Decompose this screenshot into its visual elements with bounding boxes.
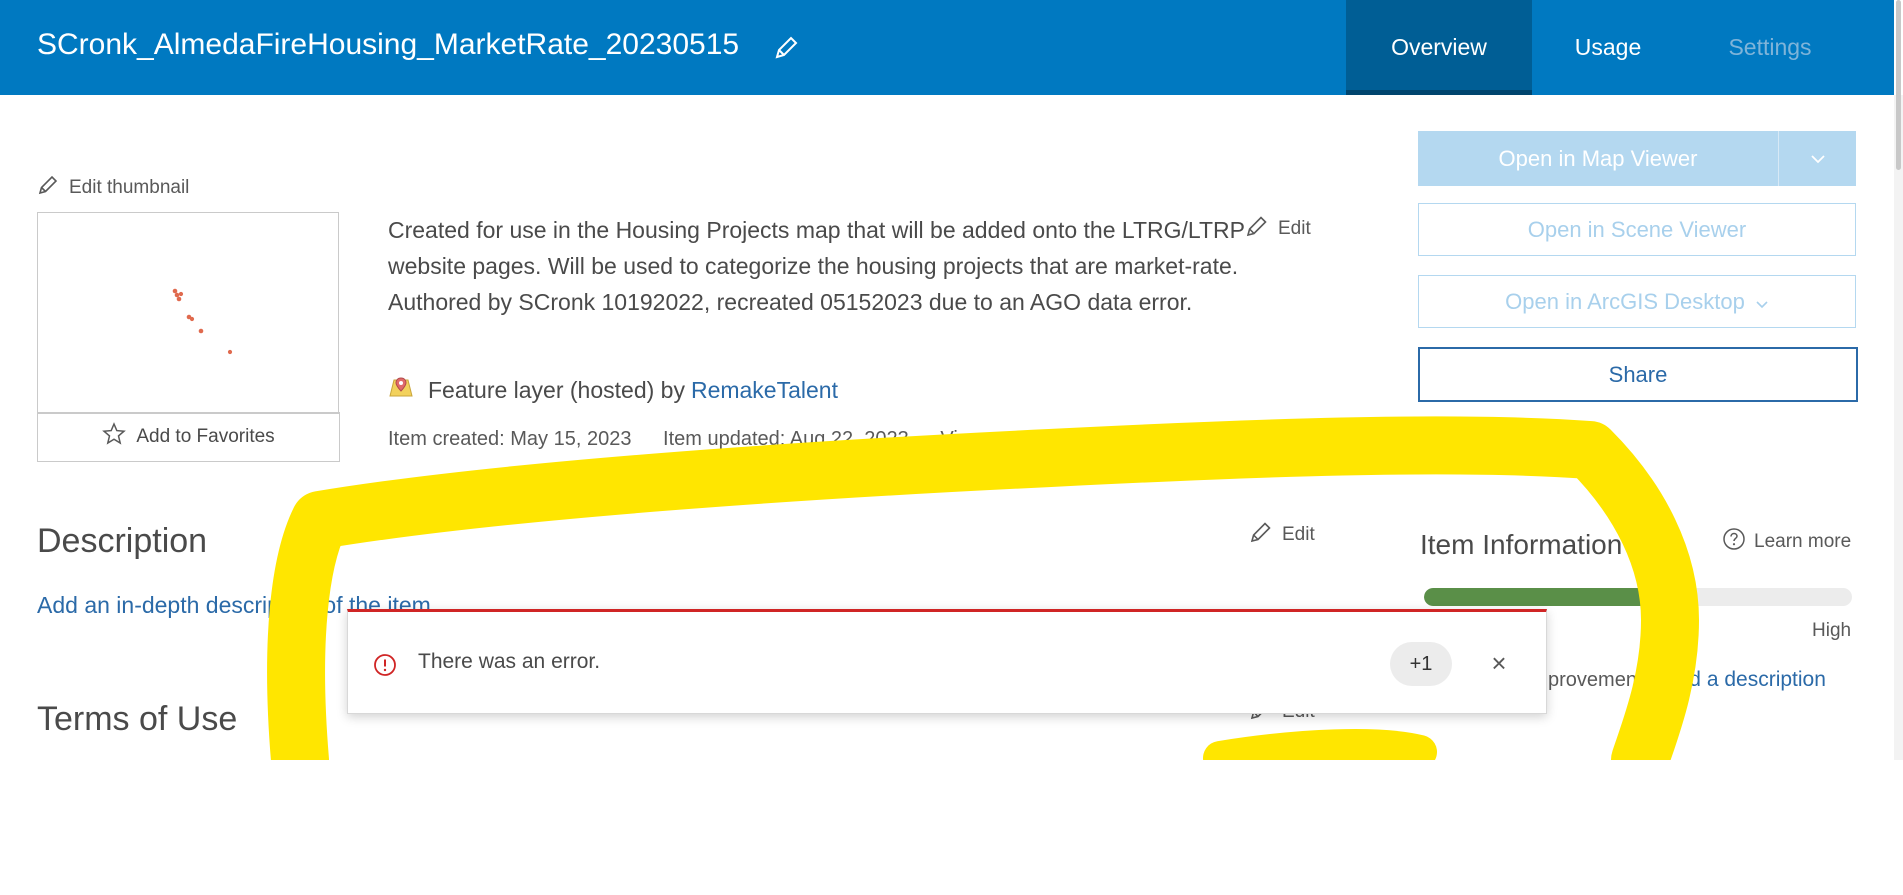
error-message: There was an error. [418,650,601,673]
edit-summary-button[interactable]: Edit [1245,214,1311,244]
edit-label: Edit [1282,524,1315,545]
item-info-progress [1424,588,1852,606]
error-count-badge[interactable]: +1 [1390,642,1452,686]
share-button[interactable]: Share [1418,347,1858,402]
item-type-line: Feature layer (hosted) by RemakeTalent [388,374,838,406]
terms-of-use-heading: Terms of Use [37,700,238,738]
item-thumbnail [37,212,339,414]
open-in-arcgis-desktop-label: Open in ArcGIS Desktop [1505,288,1745,314]
open-in-map-viewer-button[interactable]: Open in Map Viewer [1418,131,1856,186]
item-header: SCronk_AlmedaFireHousing_MarketRate_2023… [0,0,1894,95]
edit-thumbnail-label: Edit thumbnail [69,177,190,198]
add-description-improvement-link[interactable]: Add a description [1664,668,1826,691]
tab-settings[interactable]: Settings [1684,0,1856,95]
pencil-icon [1245,214,1269,244]
open-in-map-viewer-label[interactable]: Open in Map Viewer [1418,131,1779,186]
pencil-icon[interactable] [772,34,800,62]
item-meta: Item created: May 15, 2023 Item updated:… [388,428,1108,451]
chevron-down-icon [1755,289,1769,315]
item-type-label: Feature layer (hosted) by [428,376,685,403]
chevron-down-icon[interactable] [1779,131,1856,186]
item-information-heading: Item Information [1420,529,1623,560]
item-summary: Created for use in the Housing Projects … [388,217,1245,315]
feature-layer-icon [388,374,414,406]
item-created: Item created: May 15, 2023 [388,428,632,450]
scrollbar-thumb[interactable] [1896,0,1901,170]
open-in-scene-viewer-label: Open in Scene Viewer [1527,216,1747,242]
tab-usage[interactable]: Usage [1532,0,1684,95]
item-info-progress-fill [1424,588,1681,606]
learn-more-link[interactable]: Learn more [1722,527,1851,557]
pencil-icon [1249,520,1273,550]
pencil-icon [37,174,59,202]
star-icon [102,422,127,452]
item-title: SCronk_AlmedaFireHousing_MarketRate_2023… [37,28,740,61]
open-in-scene-viewer-button[interactable]: Open in Scene Viewer [1418,203,1856,256]
item-updated: Item updated: Aug 22, 2023 [663,428,909,450]
improvement-label: provement: [1548,669,1649,691]
tab-overview[interactable]: Overview [1346,0,1532,95]
open-in-arcgis-desktop-button[interactable]: Open in ArcGIS Desktop [1418,275,1856,328]
error-icon [373,653,397,677]
learn-more-label: Learn more [1754,531,1852,552]
description-heading: Description [37,522,208,560]
help-icon [1722,527,1746,557]
item-page: SCronk_AlmedaFireHousing_MarketRate_2023… [0,0,1903,760]
scrollbar[interactable] [1894,95,1903,760]
owner-link[interactable]: RemakeTalent [691,377,838,404]
add-to-favorites-button[interactable]: Add to Favorites [37,412,340,462]
top-improvement: provement: Add a description [1548,668,1826,692]
edit-thumbnail-button[interactable]: Edit thumbnail [37,174,189,202]
thumbnail-map-points [172,288,233,355]
add-to-favorites-label: Add to Favorites [136,426,275,447]
error-toast: There was an error. +1 × [347,609,1547,714]
progress-high-label: High [1812,620,1852,641]
edit-label: Edit [1278,218,1311,239]
edit-description-button[interactable]: Edit [1249,520,1315,550]
view-count: View count: 266 [940,428,1083,450]
close-icon[interactable]: × [1484,648,1514,678]
